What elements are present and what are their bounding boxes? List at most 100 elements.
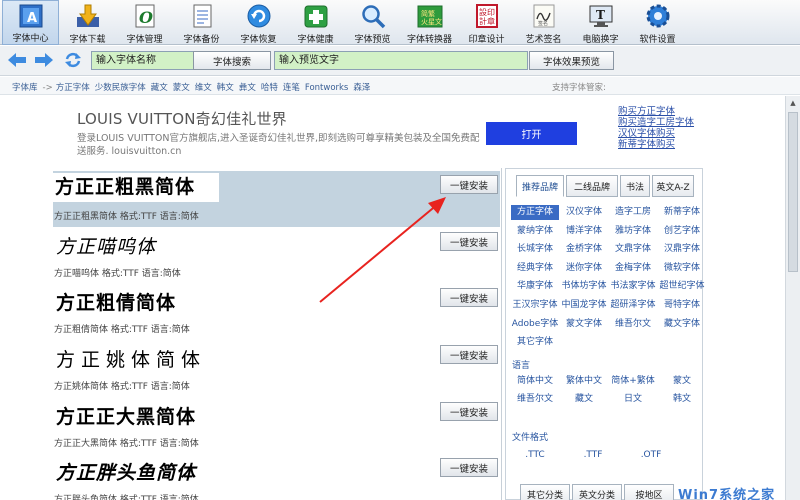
- ad-open-button[interactable]: 打开: [486, 122, 577, 145]
- crumb-mongolian[interactable]: 蒙文: [173, 83, 190, 93]
- language-item[interactable]: 简体+繁体: [609, 374, 657, 389]
- brand-item[interactable]: 蒙纳字体: [511, 224, 559, 239]
- tab-other-categories[interactable]: 其它分类: [520, 484, 570, 500]
- install-button[interactable]: 一键安装: [440, 458, 498, 477]
- brand-item[interactable]: 超研泽字体: [609, 298, 657, 313]
- toolbar-label: 印章设计: [468, 35, 505, 45]
- brand-item[interactable]: 王汉宗字体: [511, 298, 559, 313]
- brand-item[interactable]: 微软字体: [658, 261, 706, 276]
- crumb-founder[interactable]: 方正字体: [56, 83, 90, 93]
- tab-by-region[interactable]: 按地区: [624, 484, 674, 500]
- buy-hanyi-link[interactable]: 汉仪字体购买: [618, 128, 694, 139]
- converter-icon: 简繁 火星文: [415, 2, 445, 30]
- format-item[interactable]: .TTF: [569, 448, 617, 463]
- brand-item[interactable]: 创艺字体: [658, 224, 706, 239]
- brand-item[interactable]: 中国龙字体: [560, 298, 608, 313]
- brand-item[interactable]: 迷你字体: [560, 261, 608, 276]
- brand-item[interactable]: 汉仪字体: [560, 205, 608, 220]
- brand-item[interactable]: 造字工房: [609, 205, 657, 220]
- font-search-button[interactable]: 字体搜索: [193, 51, 271, 70]
- preview-text-input[interactable]: [274, 51, 528, 70]
- language-item[interactable]: 简体中文: [511, 374, 559, 389]
- crumb-korean[interactable]: 韩文: [217, 83, 234, 93]
- toolbar-font-preview[interactable]: 字体预览: [344, 0, 401, 45]
- language-item[interactable]: 韩文: [658, 392, 706, 407]
- brand-item[interactable]: 书法家字体: [609, 279, 657, 294]
- brand-item[interactable]: 博洋字体: [560, 224, 608, 239]
- format-item[interactable]: .TTC: [511, 448, 559, 463]
- font-preview: 方正胖头鱼简体: [56, 462, 197, 484]
- language-item[interactable]: 蒙文: [658, 374, 706, 389]
- crumb-yi[interactable]: 彝文: [239, 83, 256, 93]
- forward-arrow-icon[interactable]: [35, 52, 53, 68]
- toolbar-font-backup[interactable]: 字体备份: [173, 0, 230, 45]
- brand-item[interactable]: 金桥字体: [560, 242, 608, 257]
- crumb-font-library[interactable]: 字体库: [12, 83, 38, 93]
- brand-item[interactable]: 书体坊字体: [560, 279, 608, 294]
- brand-item[interactable]: 方正字体: [511, 205, 559, 220]
- crumb-hate[interactable]: 哈特: [261, 83, 278, 93]
- tab-english-a-z[interactable]: 英文A-Z: [652, 175, 694, 197]
- tab-second-tier-brands[interactable]: 二线品牌: [566, 175, 618, 197]
- toolbar-seal-design[interactable]: 設印 計章 印章设计: [458, 0, 515, 45]
- refresh-icon[interactable]: [64, 52, 82, 68]
- buy-zaozi-link[interactable]: 购买造字工房字体: [618, 117, 694, 128]
- brand-item[interactable]: 汉鼎字体: [658, 242, 706, 257]
- language-item[interactable]: 繁体中文: [560, 374, 608, 389]
- brand-item[interactable]: Adobe字体: [511, 317, 559, 332]
- brand-item[interactable]: 经典字体: [511, 261, 559, 276]
- brand-item[interactable]: 雅坊字体: [609, 224, 657, 239]
- toolbar-font-health[interactable]: 字体健康: [287, 0, 344, 45]
- font-list-item[interactable]: 方正胖头鱼简体 一键安装 方正胖头鱼简体 格式:TTF 语言:简体: [53, 454, 500, 500]
- brand-item[interactable]: 金梅字体: [609, 261, 657, 276]
- tab-english-categories[interactable]: 英文分类: [572, 484, 622, 500]
- tab-recommended-brands[interactable]: 推荐品牌: [516, 175, 564, 197]
- crumb-uyghur[interactable]: 维文: [195, 83, 212, 93]
- install-button[interactable]: 一键安装: [440, 345, 498, 364]
- toolbar-label: 艺术签名: [525, 35, 562, 45]
- crumb-morisawa[interactable]: 森泽: [353, 83, 370, 93]
- brand-item[interactable]: 新蒂字体: [658, 205, 706, 220]
- restore-icon: [244, 2, 274, 30]
- language-item[interactable]: 藏文: [560, 392, 608, 407]
- toolbar-font-manage[interactable]: O 字体管理: [116, 0, 173, 45]
- toolbar-font-converter[interactable]: 简繁 火星文 字体转换器: [401, 0, 458, 45]
- category-tabs: 推荐品牌 二线品牌 书法 英文A-Z: [516, 175, 696, 197]
- crumb-fontworks[interactable]: Fontworks: [305, 83, 349, 93]
- tab-calligraphy[interactable]: 书法: [620, 175, 650, 197]
- brand-item[interactable]: 超世纪字体: [658, 279, 706, 294]
- brand-item[interactable]: 其它字体: [511, 335, 559, 350]
- font-list-item[interactable]: 方正姚体简体 一键安装 方正姚体简体 格式:TTF 语言:简体: [53, 341, 500, 397]
- brand-item[interactable]: 长城字体: [511, 242, 559, 257]
- brand-item[interactable]: 文鼎字体: [609, 242, 657, 257]
- brand-item[interactable]: 藏文字体: [658, 317, 706, 332]
- scroll-thumb[interactable]: [788, 112, 798, 272]
- install-button[interactable]: 一键安装: [440, 402, 498, 421]
- crumb-tibetan[interactable]: 藏文: [151, 83, 168, 93]
- toolbar-computer-font-swap[interactable]: T 电脑换字: [572, 0, 629, 45]
- svg-text:火星文: 火星文: [421, 17, 442, 26]
- font-manage-icon: O: [130, 2, 160, 30]
- brand-item[interactable]: 维吾尔文: [609, 317, 657, 332]
- font-list-item[interactable]: 方正正大黑简体 一键安装 方正正大黑简体 格式:TTF 语言:简体: [53, 398, 500, 454]
- scroll-up-icon[interactable]: ▲: [786, 96, 800, 110]
- language-item[interactable]: 维吾尔文: [511, 392, 559, 407]
- format-item[interactable]: .OTF: [627, 448, 675, 463]
- language-item[interactable]: 日文: [609, 392, 657, 407]
- crumb-cursive[interactable]: 连笔: [283, 83, 300, 93]
- preview-effect-button[interactable]: 字体效果预览: [529, 51, 614, 70]
- brand-item[interactable]: 华康字体: [511, 279, 559, 294]
- buy-founder-link[interactable]: 购买方正字体: [618, 106, 694, 117]
- toolbar-font-restore[interactable]: 字体恢复: [230, 0, 287, 45]
- ad-title[interactable]: LOUIS VUITTON奇幻佳礼世界: [77, 108, 287, 129]
- toolbar-settings[interactable]: 软件设置: [629, 0, 686, 45]
- crumb-minority[interactable]: 少数民族字体: [95, 83, 146, 93]
- brand-item[interactable]: 蒙文字体: [560, 317, 608, 332]
- toolbar-art-signature[interactable]: 签名 艺术签名: [515, 0, 572, 45]
- vertical-scrollbar[interactable]: ▲: [785, 96, 800, 500]
- toolbar-font-download[interactable]: 字体下载: [59, 0, 116, 45]
- back-arrow-icon[interactable]: [8, 52, 26, 68]
- buy-xindi-link[interactable]: 新蒂字体购买: [618, 139, 694, 150]
- toolbar-font-center[interactable]: A 字体中心: [2, 0, 59, 45]
- brand-item[interactable]: 哥特字体: [658, 298, 706, 313]
